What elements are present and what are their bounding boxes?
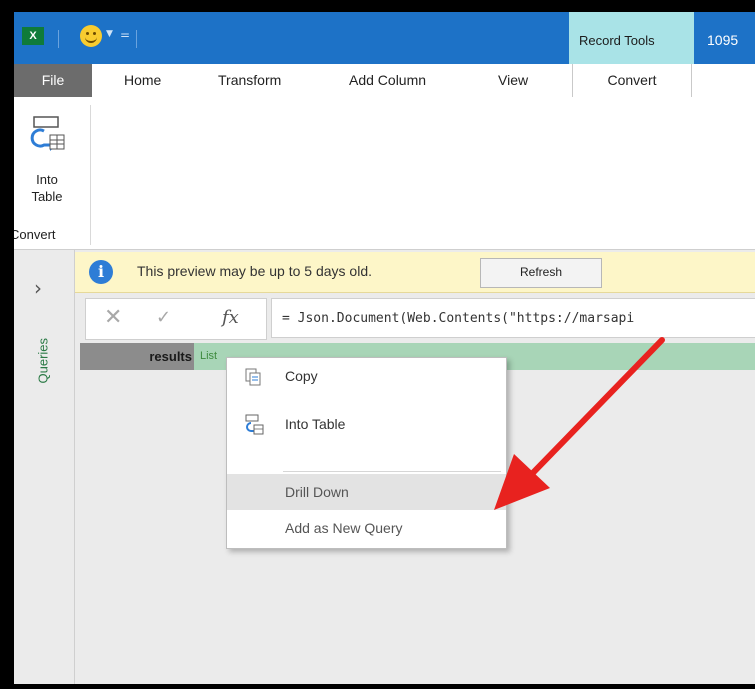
tab-home[interactable]: Home <box>124 64 161 97</box>
tab-view[interactable]: View <box>498 64 528 97</box>
chevron-down-icon[interactable]: ▼ <box>106 29 113 39</box>
menu-item-label: Drill Down <box>285 484 349 500</box>
queries-pane: › Queries <box>14 250 75 684</box>
cancel-icon[interactable]: ✕ <box>104 305 122 330</box>
ribbon-group-label: Convert <box>14 227 56 242</box>
into-table-icon <box>245 414 264 435</box>
fx-icon[interactable]: fx <box>222 307 239 328</box>
copy-icon <box>245 368 261 386</box>
menu-separator <box>283 471 501 472</box>
ribbon-group-separator <box>90 105 91 245</box>
excel-logo-icon: X <box>22 27 44 45</box>
window-title: 1095 <box>707 32 739 48</box>
tab-transform[interactable]: Transform <box>218 64 281 97</box>
check-icon[interactable]: ✓ <box>156 307 171 328</box>
record-tools-label: Record Tools <box>579 33 655 48</box>
customize-toolbar-icon[interactable]: = <box>120 28 130 42</box>
context-menu: Copy Into Table Drill Down Add as New Qu… <box>226 357 507 549</box>
menu-item-into-table[interactable]: Into Table <box>227 406 506 442</box>
tab-file[interactable]: File <box>14 64 92 97</box>
title-separator <box>136 30 137 48</box>
formula-controls: ✕ ✓ fx <box>85 298 267 340</box>
title-separator <box>58 30 59 48</box>
into-table-button[interactable]: Into Table <box>16 107 86 227</box>
record-key: results <box>149 349 192 364</box>
power-query-editor-window: X ▼ = Record Tools 1095 File Home Transf… <box>14 12 755 684</box>
preview-info-bar: i This preview may be up to 5 days old. … <box>75 252 755 293</box>
feedback-smiley-icon[interactable] <box>80 25 102 47</box>
info-icon: i <box>89 260 113 284</box>
into-table-label-line2: Table <box>31 189 63 204</box>
chevron-right-icon[interactable]: › <box>34 276 42 300</box>
menu-item-add-as-new-query[interactable]: Add as New Query <box>227 510 506 546</box>
tab-convert[interactable]: Convert <box>572 64 692 98</box>
record-value-link[interactable]: List <box>200 343 217 370</box>
menu-item-label: Copy <box>285 368 318 384</box>
menu-item-drill-down[interactable]: Drill Down <box>227 474 506 510</box>
menu-item-label: Into Table <box>285 416 346 432</box>
into-table-icon <box>30 116 65 151</box>
menu-item-label: Add as New Query <box>285 520 403 536</box>
refresh-button[interactable]: Refresh <box>480 258 602 288</box>
ribbon-tab-row: File Home Transform Add Column View Conv… <box>14 64 755 98</box>
ribbon: Into Table Convert <box>14 97 755 250</box>
title-bar: X ▼ = Record Tools 1095 <box>14 12 755 64</box>
into-table-label-line1: Into <box>36 172 58 187</box>
red-arrow-annotation <box>494 337 665 510</box>
queries-pane-label[interactable]: Queries <box>36 338 51 384</box>
tab-add-column[interactable]: Add Column <box>349 64 426 97</box>
menu-item-copy[interactable]: Copy <box>227 358 506 394</box>
preview-message: This preview may be up to 5 days old. <box>137 263 373 279</box>
